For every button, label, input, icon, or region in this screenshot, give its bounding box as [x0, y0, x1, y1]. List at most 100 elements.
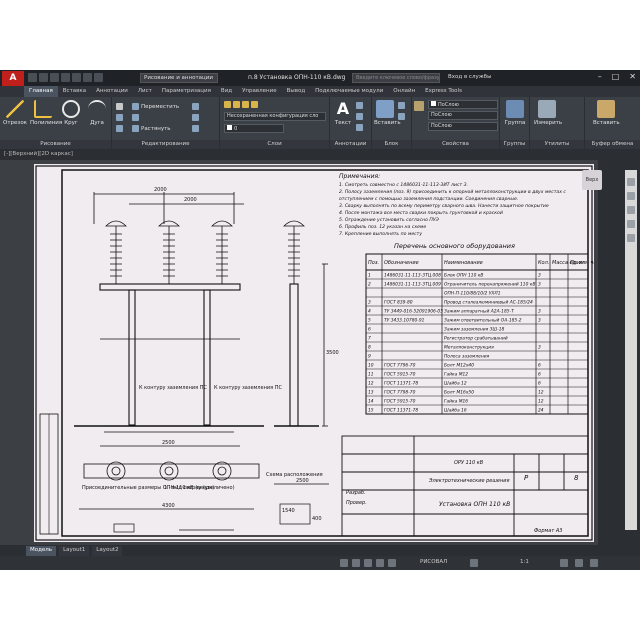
- tab-annotate[interactable]: Аннотации: [91, 86, 133, 97]
- spec-cell: Регистратор срабатываний: [444, 336, 508, 342]
- tab-manage[interactable]: Управление: [237, 86, 282, 97]
- lineweight-select[interactable]: ПоСлою: [428, 111, 498, 120]
- tab-view[interactable]: Вид: [216, 86, 237, 97]
- tab-insert[interactable]: Вставка: [58, 86, 91, 97]
- tab-layout2[interactable]: Layout2: [92, 546, 123, 556]
- annotation-panel: A Текст Аннотации: [330, 97, 372, 149]
- annotation-panel-title[interactable]: Аннотации: [330, 140, 371, 149]
- layer-properties-icon[interactable]: [224, 101, 260, 108]
- minimize-icon[interactable]: –: [598, 72, 602, 81]
- match-properties-icon[interactable]: [414, 101, 426, 111]
- title-bar: A Рисование и аннотации п.8 Установка ОП…: [0, 70, 640, 86]
- showmotion-icon[interactable]: [627, 234, 635, 242]
- ribbon: Отрезок Полилиния Круг Дуга Рисование Пе…: [0, 97, 640, 149]
- note-1: 1. Смотреть совместно с 1486031-11-113-3…: [339, 182, 468, 188]
- spec-cell: 12: [538, 399, 544, 405]
- tab-express-tools[interactable]: Express Tools: [420, 86, 467, 97]
- text-tool[interactable]: A Текст: [332, 100, 354, 127]
- redo-icon[interactable]: [94, 73, 103, 82]
- line-tool[interactable]: Отрезок: [2, 100, 28, 126]
- insert-block-tool[interactable]: Вставить: [374, 100, 401, 126]
- maximize-icon[interactable]: □: [612, 72, 620, 81]
- save-icon[interactable]: [50, 73, 59, 82]
- tab-plugins[interactable]: Подключаемые модули: [310, 86, 388, 97]
- create-block-icon[interactable]: [398, 102, 407, 109]
- array-icon[interactable]: [192, 125, 201, 132]
- current-layer-select[interactable]: 0: [224, 124, 284, 133]
- spec-cell: ГОСТ 7796-70: [384, 363, 416, 369]
- modify-panel-title[interactable]: Редактирование: [112, 140, 219, 149]
- spec-cell: ГОСТ 7798-70: [384, 390, 416, 396]
- spec-cell: 6: [538, 381, 541, 387]
- orbit-icon[interactable]: [627, 220, 635, 228]
- save-as-icon[interactable]: [61, 73, 70, 82]
- tab-parametric[interactable]: Параметризация: [157, 86, 216, 97]
- snap-icon[interactable]: [352, 559, 360, 567]
- tab-layout1[interactable]: Layout1: [59, 546, 90, 556]
- pan-icon[interactable]: [627, 192, 635, 200]
- undo-icon[interactable]: [83, 73, 92, 82]
- zoom-icon[interactable]: [627, 206, 635, 214]
- fullscreen-icon[interactable]: [590, 559, 598, 567]
- tab-home[interactable]: Главная: [24, 86, 58, 97]
- mirror-icon[interactable]: [116, 125, 125, 132]
- inset-label-c: Схема расположения: [266, 472, 323, 478]
- edit-block-icon[interactable]: [398, 113, 407, 120]
- open-icon[interactable]: [39, 73, 48, 82]
- copy-icon[interactable]: [116, 114, 125, 121]
- properties-panel-title[interactable]: Свойства: [412, 140, 499, 149]
- arc-tool[interactable]: Дуга: [84, 100, 110, 126]
- app-menu-button[interactable]: A: [2, 71, 24, 86]
- new-icon[interactable]: [28, 73, 37, 82]
- spec-cell: 8: [368, 345, 371, 351]
- table-icon[interactable]: [356, 124, 365, 131]
- settings-icon[interactable]: [575, 559, 583, 567]
- trim-icon[interactable]: [192, 103, 201, 110]
- polyline-tool[interactable]: Полилиния: [30, 100, 62, 126]
- status-mode[interactable]: РИСОВАЛ: [420, 559, 447, 565]
- group-tool[interactable]: Группа: [502, 100, 528, 126]
- spec-cell: 1486031-11-113-3ТЦ.008: [384, 273, 441, 279]
- color-select[interactable]: ПоСлою: [428, 100, 498, 109]
- fillet-icon[interactable]: [192, 114, 201, 121]
- viewcube[interactable]: Верх: [582, 170, 602, 190]
- stretch-button[interactable]: Растянуть: [132, 125, 171, 132]
- grid-icon[interactable]: [340, 559, 348, 567]
- linetype-select[interactable]: ПоСлою: [428, 122, 498, 131]
- leader-icon[interactable]: [356, 113, 365, 120]
- close-icon[interactable]: ✕: [629, 72, 636, 81]
- layers-panel-title[interactable]: Слои: [220, 140, 329, 149]
- spec-cell: ГОСТ 11371-78: [384, 408, 418, 414]
- polar-icon[interactable]: [376, 559, 384, 567]
- viewport-controls[interactable]: [-][Верхний][2D каркас]: [4, 151, 73, 157]
- circle-tool[interactable]: Круг: [58, 100, 84, 126]
- dimension-icon[interactable]: [356, 102, 365, 109]
- steeringwheel-icon[interactable]: [627, 178, 635, 186]
- move-button[interactable]: Переместить: [132, 103, 179, 110]
- signin-link[interactable]: Вход в службы: [448, 74, 491, 80]
- search-input[interactable]: Введите ключевое слово/фразу: [352, 73, 440, 83]
- utilities-panel-title[interactable]: Утилиты: [530, 140, 584, 149]
- tab-sheet[interactable]: Лист: [133, 86, 157, 97]
- measure-tool[interactable]: Измерить: [534, 100, 562, 126]
- workspace-icon[interactable]: [560, 559, 568, 567]
- tab-output[interactable]: Вывод: [282, 86, 311, 97]
- rotate-button[interactable]: [132, 114, 141, 121]
- status-scale[interactable]: 1:1: [520, 559, 529, 565]
- layer-state-select[interactable]: Несохраненная конфигурация сло: [224, 112, 326, 121]
- clipboard-panel-title[interactable]: Буфер обмена: [585, 140, 640, 149]
- print-icon[interactable]: [72, 73, 81, 82]
- select-icon[interactable]: [116, 103, 125, 110]
- paste-tool[interactable]: Вставить: [593, 100, 620, 126]
- annotation-scale-icon[interactable]: [470, 559, 478, 567]
- tab-online[interactable]: Онлайн: [388, 86, 420, 97]
- groups-panel-title[interactable]: Группы: [500, 140, 529, 149]
- move-icon: [132, 103, 139, 110]
- draw-panel-title[interactable]: Рисование: [0, 140, 111, 149]
- ortho-icon[interactable]: [364, 559, 372, 567]
- drawing-canvas[interactable]: 2000 2000 2500 4300 3500 2500 400 1540 К…: [0, 160, 598, 545]
- tab-model[interactable]: Модель: [26, 546, 57, 556]
- osnap-icon[interactable]: [388, 559, 396, 567]
- block-panel-title[interactable]: Блок: [372, 140, 411, 149]
- workspace-select[interactable]: Рисование и аннотации: [140, 73, 218, 83]
